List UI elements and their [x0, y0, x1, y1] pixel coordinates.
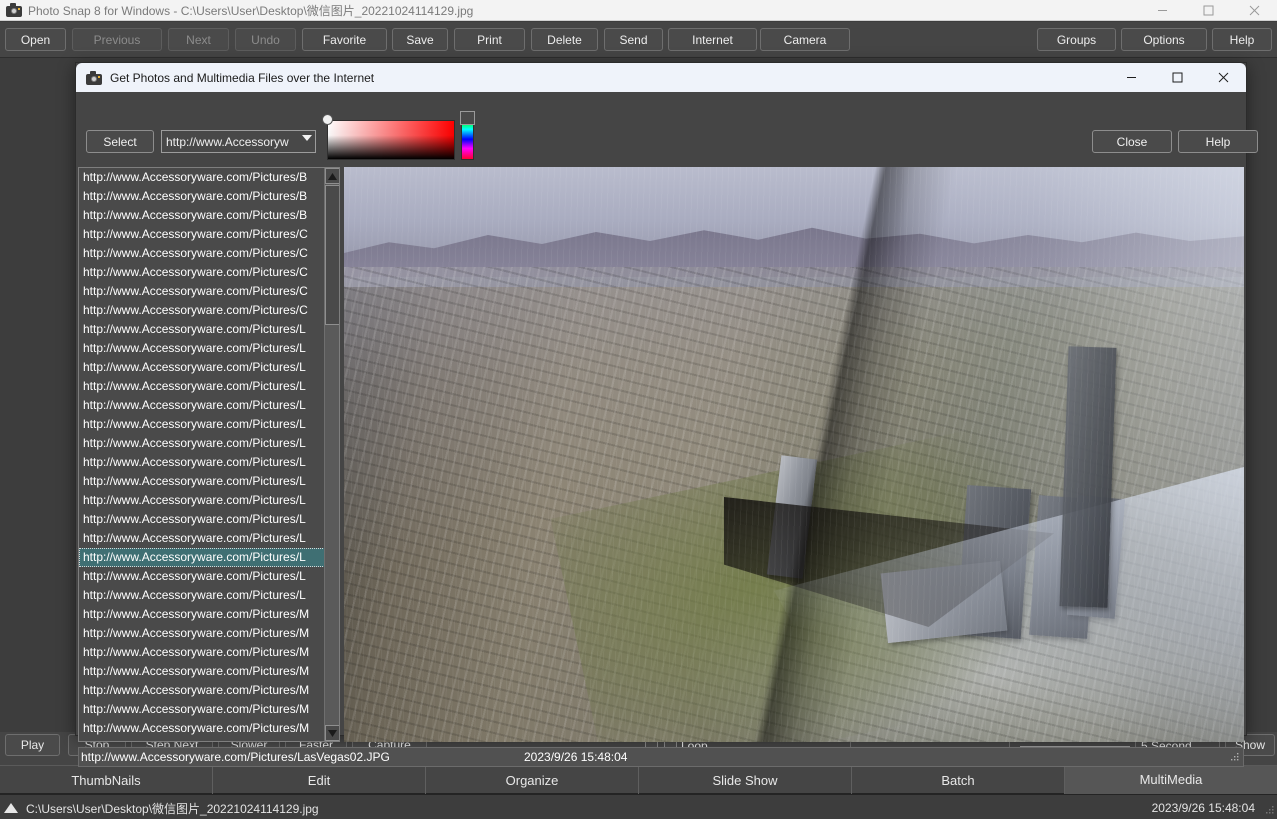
- toolbar-button-open[interactable]: Open: [5, 28, 66, 51]
- window-controls: [1139, 0, 1277, 21]
- list-item[interactable]: http://www.Accessoryware.com/Pictures/M: [79, 662, 339, 681]
- list-item[interactable]: http://www.Accessoryware.com/Pictures/C: [79, 301, 339, 320]
- status-timestamp: 2023/9/26 15:48:04: [1151, 801, 1255, 815]
- photo-preview-pane[interactable]: [344, 167, 1244, 742]
- tab-thumbnails[interactable]: ThumbNails: [0, 766, 213, 794]
- list-item[interactable]: http://www.Accessoryware.com/Pictures/L: [79, 567, 339, 586]
- scroll-down-icon[interactable]: [325, 725, 339, 741]
- triangle-up-icon[interactable]: [0, 797, 22, 819]
- list-item[interactable]: http://www.Accessoryware.com/Pictures/C: [79, 263, 339, 282]
- media-button-play[interactable]: Play: [5, 734, 60, 756]
- url-combo-value: http://www.Accessoryw: [166, 134, 289, 149]
- toolbar-button-print[interactable]: Print: [454, 28, 525, 51]
- list-item[interactable]: http://www.Accessoryware.com/Pictures/L: [79, 434, 339, 453]
- dialog-status-url: http://www.Accessoryware.com/Pictures/La…: [81, 750, 390, 764]
- hue-thumb[interactable]: [460, 111, 475, 125]
- toolbar-button-favorite[interactable]: Favorite: [302, 28, 387, 51]
- bottom-tab-bar: ThumbNails Edit Organize Slide Show Batch Mul…: [0, 765, 1277, 795]
- dialog-maximize-icon[interactable]: [1154, 63, 1200, 92]
- url-combo[interactable]: http://www.Accessoryw: [161, 130, 316, 153]
- main-statusbar: C:\Users\User\Desktop\微信图片_2022102411412…: [0, 797, 1277, 819]
- list-item[interactable]: http://www.Accessoryware.com/Pictures/L: [79, 510, 339, 529]
- list-item[interactable]: http://www.Accessoryware.com/Pictures/B: [79, 206, 339, 225]
- dialog-body: Select http://www.Accessoryw Close Help …: [76, 92, 1258, 767]
- color-gradient-picker[interactable]: [322, 114, 455, 160]
- list-item[interactable]: http://www.Accessoryware.com/Pictures/C: [79, 225, 339, 244]
- list-item[interactable]: http://www.Accessoryware.com/Pictures/L: [79, 453, 339, 472]
- tab-organize[interactable]: Organize: [426, 766, 639, 794]
- list-item[interactable]: http://www.Accessoryware.com/Pictures/L: [79, 491, 339, 510]
- window-title: Photo Snap 8 for Windows - C:\Users\User…: [28, 3, 474, 18]
- dialog-toolbar: Select http://www.Accessoryw Close Help: [76, 92, 1258, 160]
- list-item[interactable]: http://www.Accessoryware.com/Pictures/L: [79, 472, 339, 491]
- list-item[interactable]: http://www.Accessoryware.com/Pictures/C: [79, 244, 339, 263]
- las-vegas-aerial-photo: [344, 167, 1244, 742]
- tab-slide-show[interactable]: Slide Show: [639, 766, 852, 794]
- toolbar-button-previous[interactable]: Previous: [72, 28, 162, 51]
- list-item[interactable]: http://www.Accessoryware.com/Pictures/L: [79, 396, 339, 415]
- chevron-down-icon[interactable]: [302, 135, 312, 141]
- toolbar-button-options[interactable]: Options: [1121, 28, 1207, 51]
- toolbar-button-camera[interactable]: Camera: [760, 28, 850, 51]
- maximize-icon[interactable]: [1185, 0, 1231, 21]
- list-item[interactable]: http://www.Accessoryware.com/Pictures/M: [79, 605, 339, 624]
- tab-multimedia[interactable]: MultiMedia: [1065, 766, 1277, 794]
- help-button[interactable]: Help: [1178, 130, 1258, 153]
- toolbar-button-internet[interactable]: Internet: [668, 28, 757, 51]
- hue-strip[interactable]: [461, 120, 474, 160]
- color-picker-marker[interactable]: [322, 114, 333, 125]
- scrollbar-thumb[interactable]: [325, 185, 339, 325]
- tab-batch[interactable]: Batch: [852, 766, 1065, 794]
- main-toolbar: Open Previous Next Undo Favorite Save Print Del…: [0, 22, 1277, 58]
- list-item[interactable]: http://www.Accessoryware.com/Pictures/L: [79, 358, 339, 377]
- main-titlebar: Photo Snap 8 for Windows - C:\Users\User…: [0, 0, 1277, 21]
- close-button[interactable]: Close: [1092, 130, 1172, 153]
- app-root: Photo Snap 8 for Windows - C:\Users\User…: [0, 0, 1277, 819]
- toolbar-button-groups[interactable]: Groups: [1037, 28, 1116, 51]
- list-item[interactable]: http://www.Accessoryware.com/Pictures/L: [79, 529, 339, 548]
- close-icon[interactable]: [1231, 0, 1277, 21]
- status-file-path: C:\Users\User\Desktop\微信图片_2022102411412…: [26, 801, 319, 816]
- list-item[interactable]: http://www.Accessoryware.com/Pictures/L: [79, 415, 339, 434]
- camera-icon: [6, 2, 22, 18]
- tab-edit[interactable]: Edit: [213, 766, 426, 794]
- minimize-icon[interactable]: [1139, 0, 1185, 21]
- list-scrollbar[interactable]: [324, 168, 339, 741]
- resize-grip-icon[interactable]: [1229, 752, 1240, 763]
- url-list[interactable]: http://www.Accessoryware.com/Pictures/B h…: [78, 167, 340, 742]
- toolbar-button-send[interactable]: Send: [604, 28, 663, 51]
- list-item[interactable]: http://www.Accessoryware.com/Pictures/C: [79, 282, 339, 301]
- toolbar-button-undo[interactable]: Undo: [235, 28, 296, 51]
- dialog-minimize-icon[interactable]: [1108, 63, 1154, 92]
- list-item[interactable]: http://www.Accessoryware.com/Pictures/B: [79, 168, 339, 187]
- list-item[interactable]: http://www.Accessoryware.com/Pictures/L: [79, 548, 339, 567]
- toolbar-button-next[interactable]: Next: [168, 28, 229, 51]
- select-button[interactable]: Select: [86, 130, 154, 153]
- list-item[interactable]: http://www.Accessoryware.com/Pictures/B: [79, 187, 339, 206]
- list-item[interactable]: http://www.Accessoryware.com/Pictures/L: [79, 320, 339, 339]
- toolbar-button-delete[interactable]: Delete: [531, 28, 598, 51]
- internet-photos-dialog: Get Photos and Multimedia Files over the…: [75, 62, 1258, 767]
- list-item[interactable]: http://www.Accessoryware.com/Pictures/L: [79, 586, 339, 605]
- list-item[interactable]: http://www.Accessoryware.com/Pictures/L: [79, 377, 339, 396]
- resize-grip-icon[interactable]: [1263, 805, 1275, 817]
- list-item[interactable]: http://www.Accessoryware.com/Pictures/M: [79, 700, 339, 719]
- dialog-statusbar: http://www.Accessoryware.com/Pictures/La…: [78, 747, 1244, 767]
- dialog-title: Get Photos and Multimedia Files over the…: [110, 70, 375, 85]
- dialog-titlebar: Get Photos and Multimedia Files over the…: [76, 63, 1246, 92]
- list-item[interactable]: http://www.Accessoryware.com/Pictures/M: [79, 624, 339, 643]
- toolbar-button-help[interactable]: Help: [1212, 28, 1272, 51]
- list-item[interactable]: http://www.Accessoryware.com/Pictures/M: [79, 681, 339, 700]
- dialog-status-timestamp: 2023/9/26 15:48:04: [524, 750, 628, 764]
- list-item[interactable]: http://www.Accessoryware.com/Pictures/M: [79, 643, 339, 662]
- camera-icon: [86, 70, 102, 86]
- scroll-up-icon[interactable]: [325, 168, 339, 184]
- dialog-window-controls: [1108, 63, 1246, 92]
- dialog-close-icon[interactable]: [1200, 63, 1246, 92]
- toolbar-button-save[interactable]: Save: [392, 28, 448, 51]
- list-item[interactable]: http://www.Accessoryware.com/Pictures/M: [79, 719, 339, 738]
- list-item[interactable]: http://www.Accessoryware.com/Pictures/L: [79, 339, 339, 358]
